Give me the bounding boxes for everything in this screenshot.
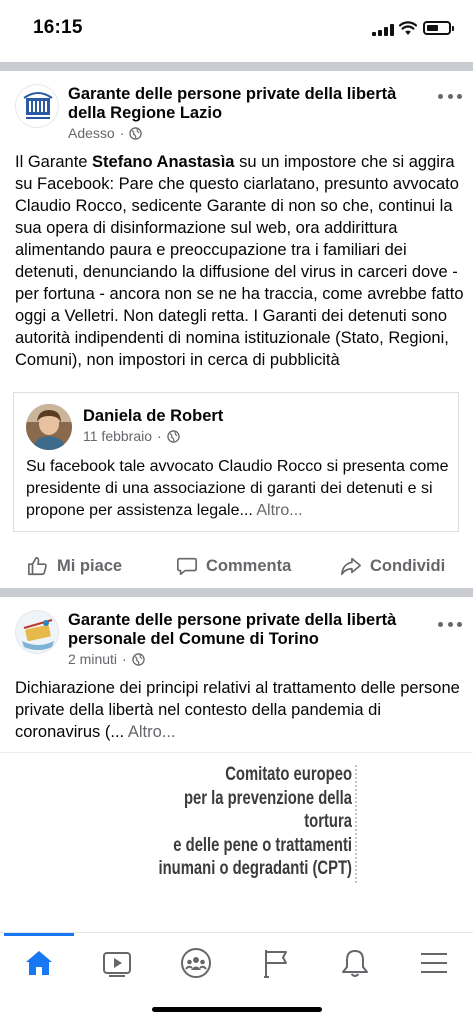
globe-icon <box>131 652 145 666</box>
shared-meta: 11 febbraio · <box>83 428 180 444</box>
media-caption: Comitato europeo per la prevenzione dell… <box>158 764 352 879</box>
post-meta: 2 minuti · <box>68 651 145 667</box>
post-text: Dichiarazione dei principi relativi al t… <box>15 679 460 741</box>
shared-time[interactable]: 11 febbraio <box>83 428 152 444</box>
thumbs-up-icon <box>28 556 47 576</box>
post-action-bar: Mi piace Commenta Condividi <box>0 548 473 586</box>
post-meta: Adesso · <box>68 125 143 141</box>
see-more-link[interactable]: Altro... <box>128 723 176 741</box>
shared-author-avatar[interactable] <box>26 404 72 450</box>
globe-icon <box>166 429 180 443</box>
like-button[interactable]: Mi piace <box>27 548 122 584</box>
post-author[interactable]: Garante delle persone private della libe… <box>68 85 438 123</box>
status-time: 16:15 <box>33 17 83 38</box>
tagged-person-link[interactable]: Stefano Anastasìa <box>92 153 234 171</box>
signal-icon <box>372 24 394 36</box>
page-avatar-lazio[interactable] <box>15 84 59 128</box>
post-media-image[interactable]: Comitato europeo per la prevenzione dell… <box>0 752 473 932</box>
shared-author-name[interactable]: Daniela de Robert <box>83 407 223 426</box>
shared-text: Su facebook tale avvocato Claudio Rocco … <box>26 458 449 519</box>
feed-separator <box>0 62 473 71</box>
battery-icon <box>423 21 454 35</box>
home-indicator <box>152 1007 322 1012</box>
home-icon <box>26 951 52 975</box>
share-button[interactable]: Condividi <box>340 548 445 584</box>
groups-icon <box>181 948 211 978</box>
active-tab-indicator <box>4 933 74 936</box>
nav-pages[interactable] <box>256 943 296 983</box>
post-time[interactable]: Adesso <box>68 125 115 141</box>
post-time[interactable]: 2 minuti <box>68 651 117 667</box>
dot <box>438 621 443 627</box>
wifi-icon <box>399 21 417 35</box>
watch-icon <box>103 952 131 977</box>
post-text: Il Garante Stefano Anastasìa su un impos… <box>15 153 464 369</box>
dot <box>457 621 462 627</box>
nav-menu[interactable] <box>414 943 454 983</box>
nav-groups[interactable] <box>176 943 216 983</box>
see-more-link[interactable]: Altro... <box>256 502 302 519</box>
post-author[interactable]: Garante delle persone private della libe… <box>68 611 438 649</box>
nav-home[interactable] <box>19 943 59 983</box>
comment-icon <box>177 557 197 576</box>
status-bar: 16:15 <box>0 0 473 62</box>
nav-notifications[interactable] <box>335 943 375 983</box>
dot <box>447 621 453 627</box>
pages-icon <box>264 950 287 978</box>
post-options-button[interactable] <box>438 91 462 101</box>
comment-button[interactable]: Commenta <box>176 548 291 584</box>
feed-separator <box>0 588 473 597</box>
shared-post-card[interactable]: Daniela de Robert 11 febbraio · Su faceb… <box>13 392 459 532</box>
dot <box>457 93 462 99</box>
post-options-button[interactable] <box>438 619 462 629</box>
battery-level <box>427 25 438 31</box>
media-divider <box>355 765 357 883</box>
notifications-icon <box>342 950 368 977</box>
nav-watch[interactable] <box>97 943 137 983</box>
share-icon <box>341 557 361 576</box>
globe-icon <box>129 126 143 140</box>
menu-icon <box>421 953 447 973</box>
dot <box>438 93 443 99</box>
dot <box>447 93 453 99</box>
page-avatar-torino[interactable] <box>15 610 59 654</box>
